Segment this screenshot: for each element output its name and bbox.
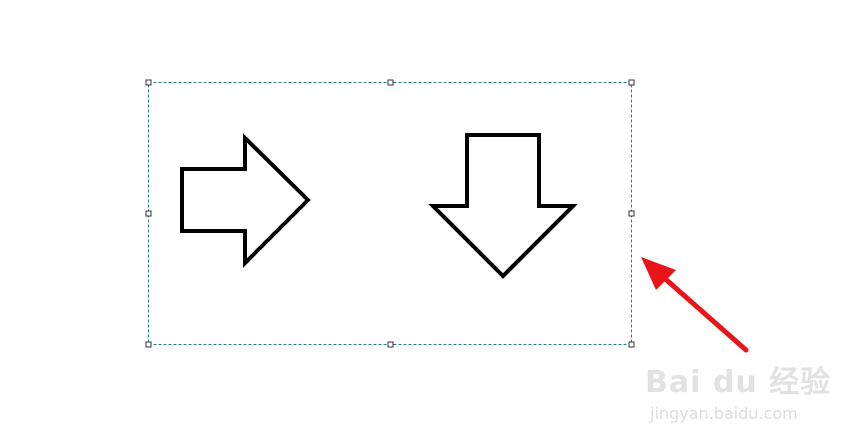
handle-top-middle[interactable] [387, 79, 394, 86]
handle-middle-right[interactable] [628, 210, 635, 217]
red-pointer-arrow-icon [641, 257, 749, 353]
right-arrow-shape[interactable] [180, 133, 311, 268]
handle-top-left[interactable] [145, 79, 152, 86]
handle-bottom-right[interactable] [628, 341, 635, 348]
baidu-watermark-url: jingyan.baidu.com [650, 404, 798, 423]
handle-middle-left[interactable] [145, 210, 152, 217]
down-arrow-shape[interactable] [428, 133, 578, 279]
baidu-watermark-logo: Bai du 经验 [645, 365, 832, 400]
handle-top-right[interactable] [628, 79, 635, 86]
handle-bottom-left[interactable] [145, 341, 152, 348]
handle-bottom-middle[interactable] [387, 341, 394, 348]
